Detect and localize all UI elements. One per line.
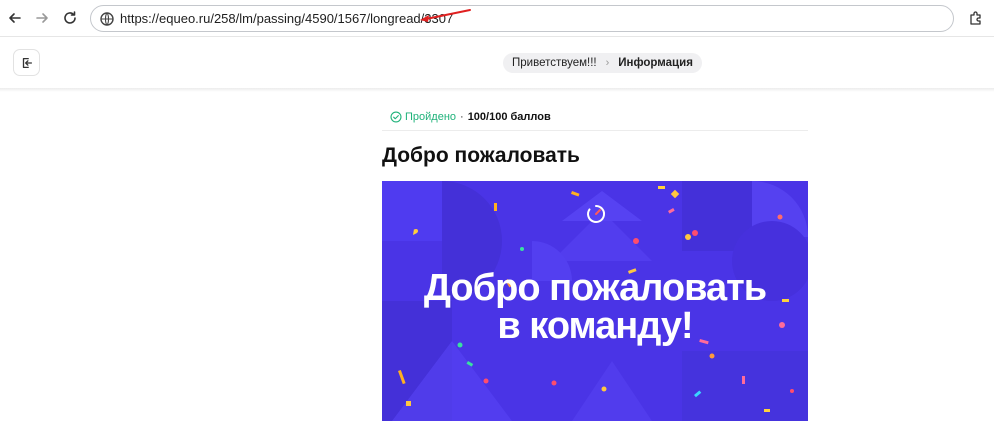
site-info-icon[interactable]	[99, 11, 115, 27]
address-bar[interactable]: https://equeo.ru/258/lm/passing/4590/156…	[90, 5, 954, 32]
annotation-arrow-icon	[420, 9, 471, 22]
check-circle-icon	[390, 111, 402, 123]
chevron-right-icon: ›	[605, 57, 610, 69]
status-separator: ·	[460, 111, 464, 123]
breadcrumb-parent[interactable]: Приветствуем!!!	[512, 57, 597, 69]
browser-toolbar: https://equeo.ru/258/lm/passing/4590/156…	[0, 0, 994, 37]
page-title: Добро пожаловать	[382, 144, 580, 167]
reload-icon	[64, 11, 76, 24]
url-text[interactable]: https://equeo.ru/258/lm/passing/4590/156…	[120, 11, 453, 26]
arrow-left-icon	[9, 13, 21, 23]
breadcrumb-current: Информация	[618, 57, 693, 69]
extensions-button[interactable]	[964, 6, 988, 30]
forward-button[interactable]	[30, 6, 54, 30]
exit-button[interactable]	[13, 49, 40, 76]
reload-button[interactable]	[58, 6, 82, 30]
welcome-banner-image: Добро пожаловать в команду!	[382, 181, 808, 421]
company-logo-icon	[587, 204, 605, 223]
exit-icon	[22, 57, 32, 68]
breadcrumb: Приветствуем!!! › Информация	[503, 53, 702, 73]
banner-heading-line1: Добро пожаловать	[423, 267, 767, 309]
content-divider	[382, 130, 808, 131]
score-text: 100/100 баллов	[467, 111, 551, 123]
back-button[interactable]	[3, 6, 27, 30]
arrow-right-icon	[36, 13, 48, 23]
puzzle-icon	[970, 11, 981, 25]
banner-heading-line2: в команду!	[497, 305, 693, 347]
app-header: Приветствуем!!! › Информация	[0, 38, 994, 88]
status-label: Пройдено	[405, 111, 457, 123]
lesson-status: Пройдено · 100/100 баллов	[390, 110, 551, 124]
header-divider	[0, 88, 994, 92]
